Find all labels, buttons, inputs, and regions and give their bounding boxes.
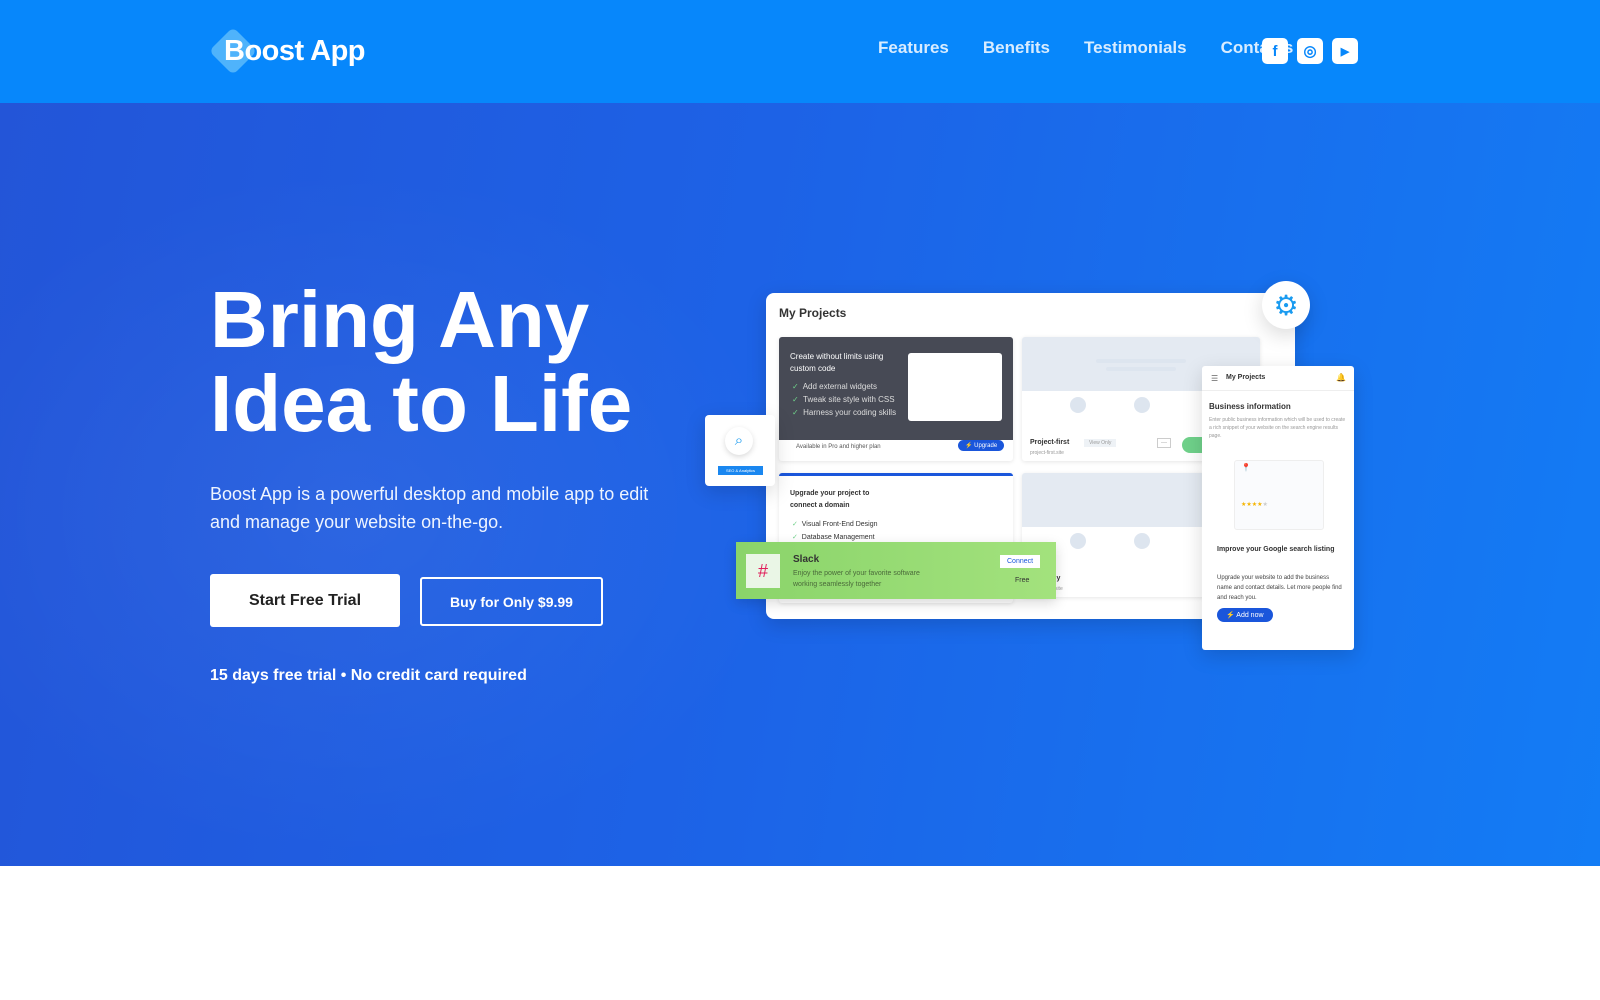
slack-name: Slack: [793, 554, 820, 565]
nav-link-benefits[interactable]: Benefits: [983, 38, 1050, 58]
slack-description: Enjoy the power of your favorite softwar…: [793, 570, 920, 588]
youtube-icon[interactable]: ▶: [1332, 38, 1358, 64]
seo-card[interactable]: ⌕ SEO & Analytics: [705, 415, 775, 486]
more-button[interactable]: ···: [1157, 438, 1171, 448]
instagram-icon[interactable]: ◎: [1297, 38, 1323, 64]
menu-icon[interactable]: ☰: [1211, 374, 1218, 383]
mobile-panel: ☰ My Projects 🔔 Business information Ent…: [1202, 366, 1354, 650]
plan-note: Available in Pro and higher plan: [796, 444, 881, 450]
mobile-title: My Projects: [1226, 374, 1266, 381]
feature-item: ✓ Database Management: [792, 534, 875, 541]
slack-banner: # Slack Enjoy the power of your favorite…: [736, 542, 1056, 599]
buy-button[interactable]: Buy for Only $9.99: [420, 577, 603, 626]
project-url: project-first.site: [1030, 450, 1064, 456]
trial-note: 15 days free trial • No credit card requ…: [210, 667, 527, 684]
gear-icon: ⚙: [1273, 289, 1299, 321]
projects-title: My Projects: [779, 306, 847, 320]
business-info-heading: Business information: [1209, 402, 1291, 411]
slack-connect-button[interactable]: Connect: [1000, 555, 1041, 568]
feature-item: ✓ Add external widgets: [792, 382, 877, 391]
logo-text: Boost App: [224, 34, 366, 67]
slack-price: Free: [1015, 577, 1030, 584]
bell-icon[interactable]: 🔔: [1336, 373, 1346, 382]
promo-title: Improve your Google search listing: [1217, 546, 1335, 553]
hero-subtitle: Boost App is a powerful desktop and mobi…: [210, 484, 649, 532]
map-illustration: 📍 ★★★★★: [1234, 460, 1324, 530]
settings-gear-button[interactable]: ⚙: [1262, 281, 1310, 329]
view-only-badge: View Only: [1084, 439, 1117, 447]
custom-code-heading: Create without limits using custom code: [790, 352, 884, 373]
nav-link-features[interactable]: Features: [878, 38, 949, 58]
seo-label: SEO & Analytics: [718, 466, 763, 475]
promo-desc: Upgrade your website to add the business…: [1217, 575, 1342, 601]
hero-section: Bring Any Idea to Life Boost App is a pow…: [0, 103, 1600, 866]
feature-item: ✓ Visual Front-End Design: [792, 521, 878, 528]
social-links: f ◎ ▶: [1262, 38, 1358, 64]
slack-icon: #: [746, 554, 780, 588]
feature-item: ✓ Harness your coding skills: [792, 408, 897, 417]
facebook-icon[interactable]: f: [1262, 38, 1288, 64]
custom-code-card: Create without limits using custom code …: [779, 337, 1013, 461]
hero-title: Bring Any Idea to Life: [210, 275, 633, 448]
top-navbar: Boost App Features Benefits Testimonials…: [0, 0, 1600, 103]
logo[interactable]: Boost App: [208, 26, 366, 76]
add-now-button[interactable]: ⚡ Add now: [1217, 608, 1273, 622]
upgrade-button[interactable]: ⚡ Upgrade: [958, 440, 1005, 451]
nav-links: Features Benefits Testimonials Contacts: [878, 38, 1293, 58]
domain-heading: Upgrade your project to connect a domain: [790, 490, 870, 509]
feature-item: ✓ Tweak site style with CSS: [792, 395, 895, 404]
nav-link-testimonials[interactable]: Testimonials: [1084, 38, 1187, 58]
project-name[interactable]: Project-first: [1030, 439, 1069, 446]
start-free-trial-button[interactable]: Start Free Trial: [210, 574, 400, 627]
search-icon: ⌕: [725, 427, 753, 455]
business-info-desc: Enter public business information which …: [1209, 417, 1346, 439]
